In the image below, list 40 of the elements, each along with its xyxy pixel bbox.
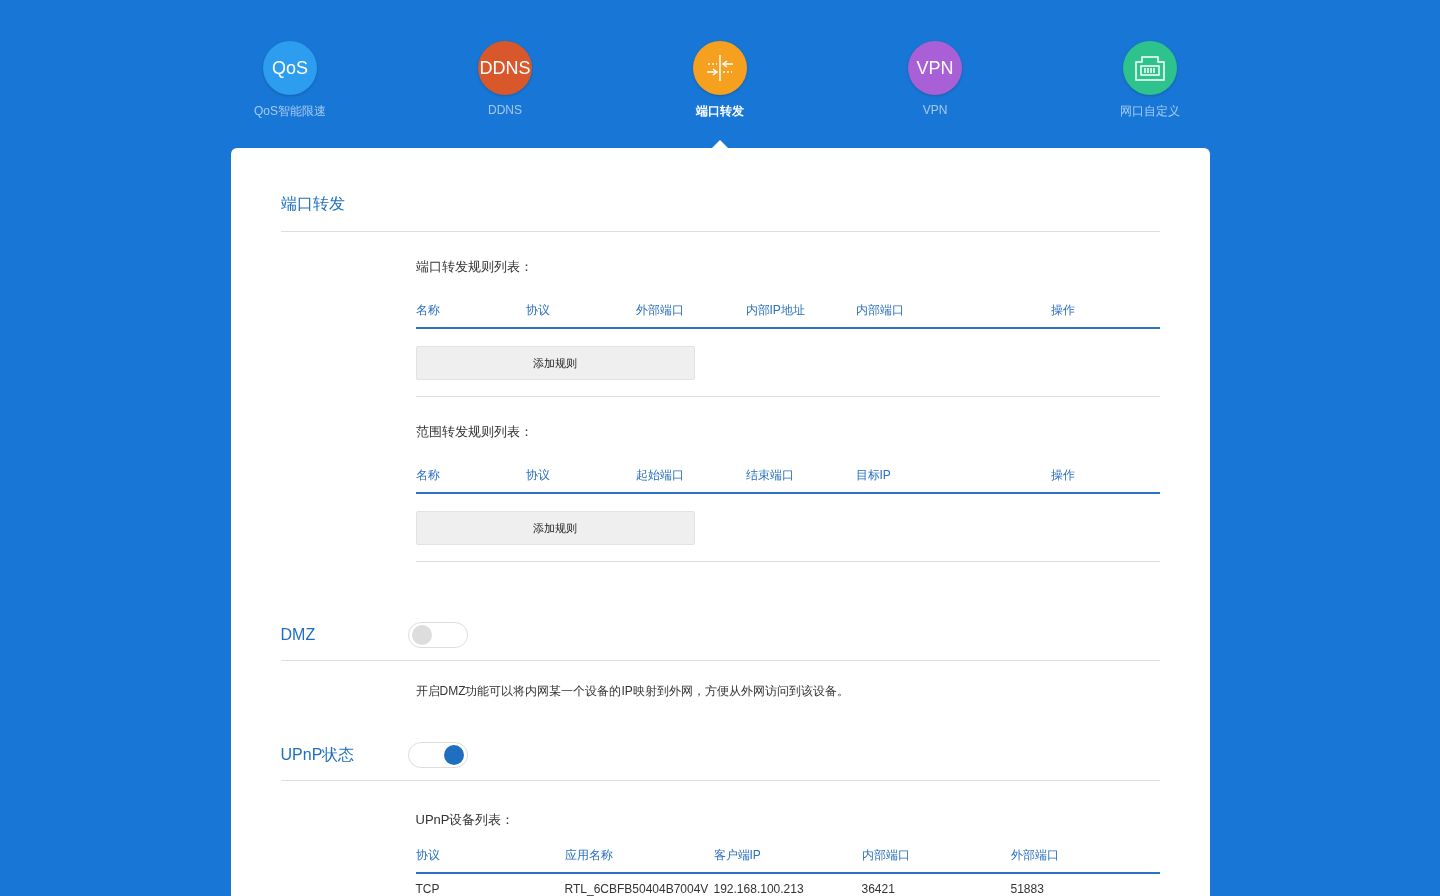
column-header: 外部端口 [1010,847,1060,864]
column-header: 客户端IP [713,847,762,864]
icon-label: QoS [272,57,308,79]
column-header: 应用名称 [564,847,614,864]
table-cell-text: RTL_6CBFB50404B7004V [564,882,710,896]
list-title: UPnP设备列表： [415,811,516,829]
table-cell-text: TCP [415,882,441,896]
icon-label: VPN [916,57,954,79]
column-header: 内部端口 [861,847,911,864]
add-rule-button[interactable]: 添加规则 [415,346,695,380]
column-header: 内部端口 [855,302,905,319]
table-cell-text: 192.168.100.213 [713,882,805,896]
list-title: 端口转发规则列表： [415,258,534,276]
column-header: 名称 [415,467,441,484]
column-header: 内部IP地址 [745,302,806,319]
list-title: 范围转发规则列表： [415,423,534,441]
column-header: 协议 [525,467,551,484]
column-header: 协议 [525,302,551,319]
column-header: 外部端口 [635,302,685,319]
column-header: 操作 [1050,467,1076,484]
setting-label: DMZ [280,626,317,644]
setting-label: UPnP状态 [280,744,356,765]
column-header: 名称 [415,302,441,319]
column-header: 目标IP [855,467,892,484]
table-cell-text: 51883 [1010,882,1045,896]
column-header: 结束端口 [745,467,795,484]
column-header: 起始端口 [635,467,685,484]
icon-label: DDNS [479,57,531,79]
section-title: 端口转发 [280,194,1160,232]
column-header: 协议 [415,847,441,864]
nav-tab[interactable]: 网口自定义 [1090,41,1210,148]
add-rule-button[interactable]: 添加规则 [415,511,695,545]
nav-tab[interactable]: QoS QoS智能限速 [230,41,350,148]
nav-tab[interactable]: DDNS DDNS [445,41,565,148]
ethernet-port-icon [1134,54,1166,82]
description-text: 开启DMZ功能可以将内网某一个设备的IP映射到外网，方便从外网访问到该设备。 [415,683,850,700]
table-cell-text: 36421 [861,882,896,896]
port-forward-icon [705,54,735,82]
nav-tab[interactable]: VPN VPN [875,41,995,148]
column-header: 操作 [1050,302,1076,319]
